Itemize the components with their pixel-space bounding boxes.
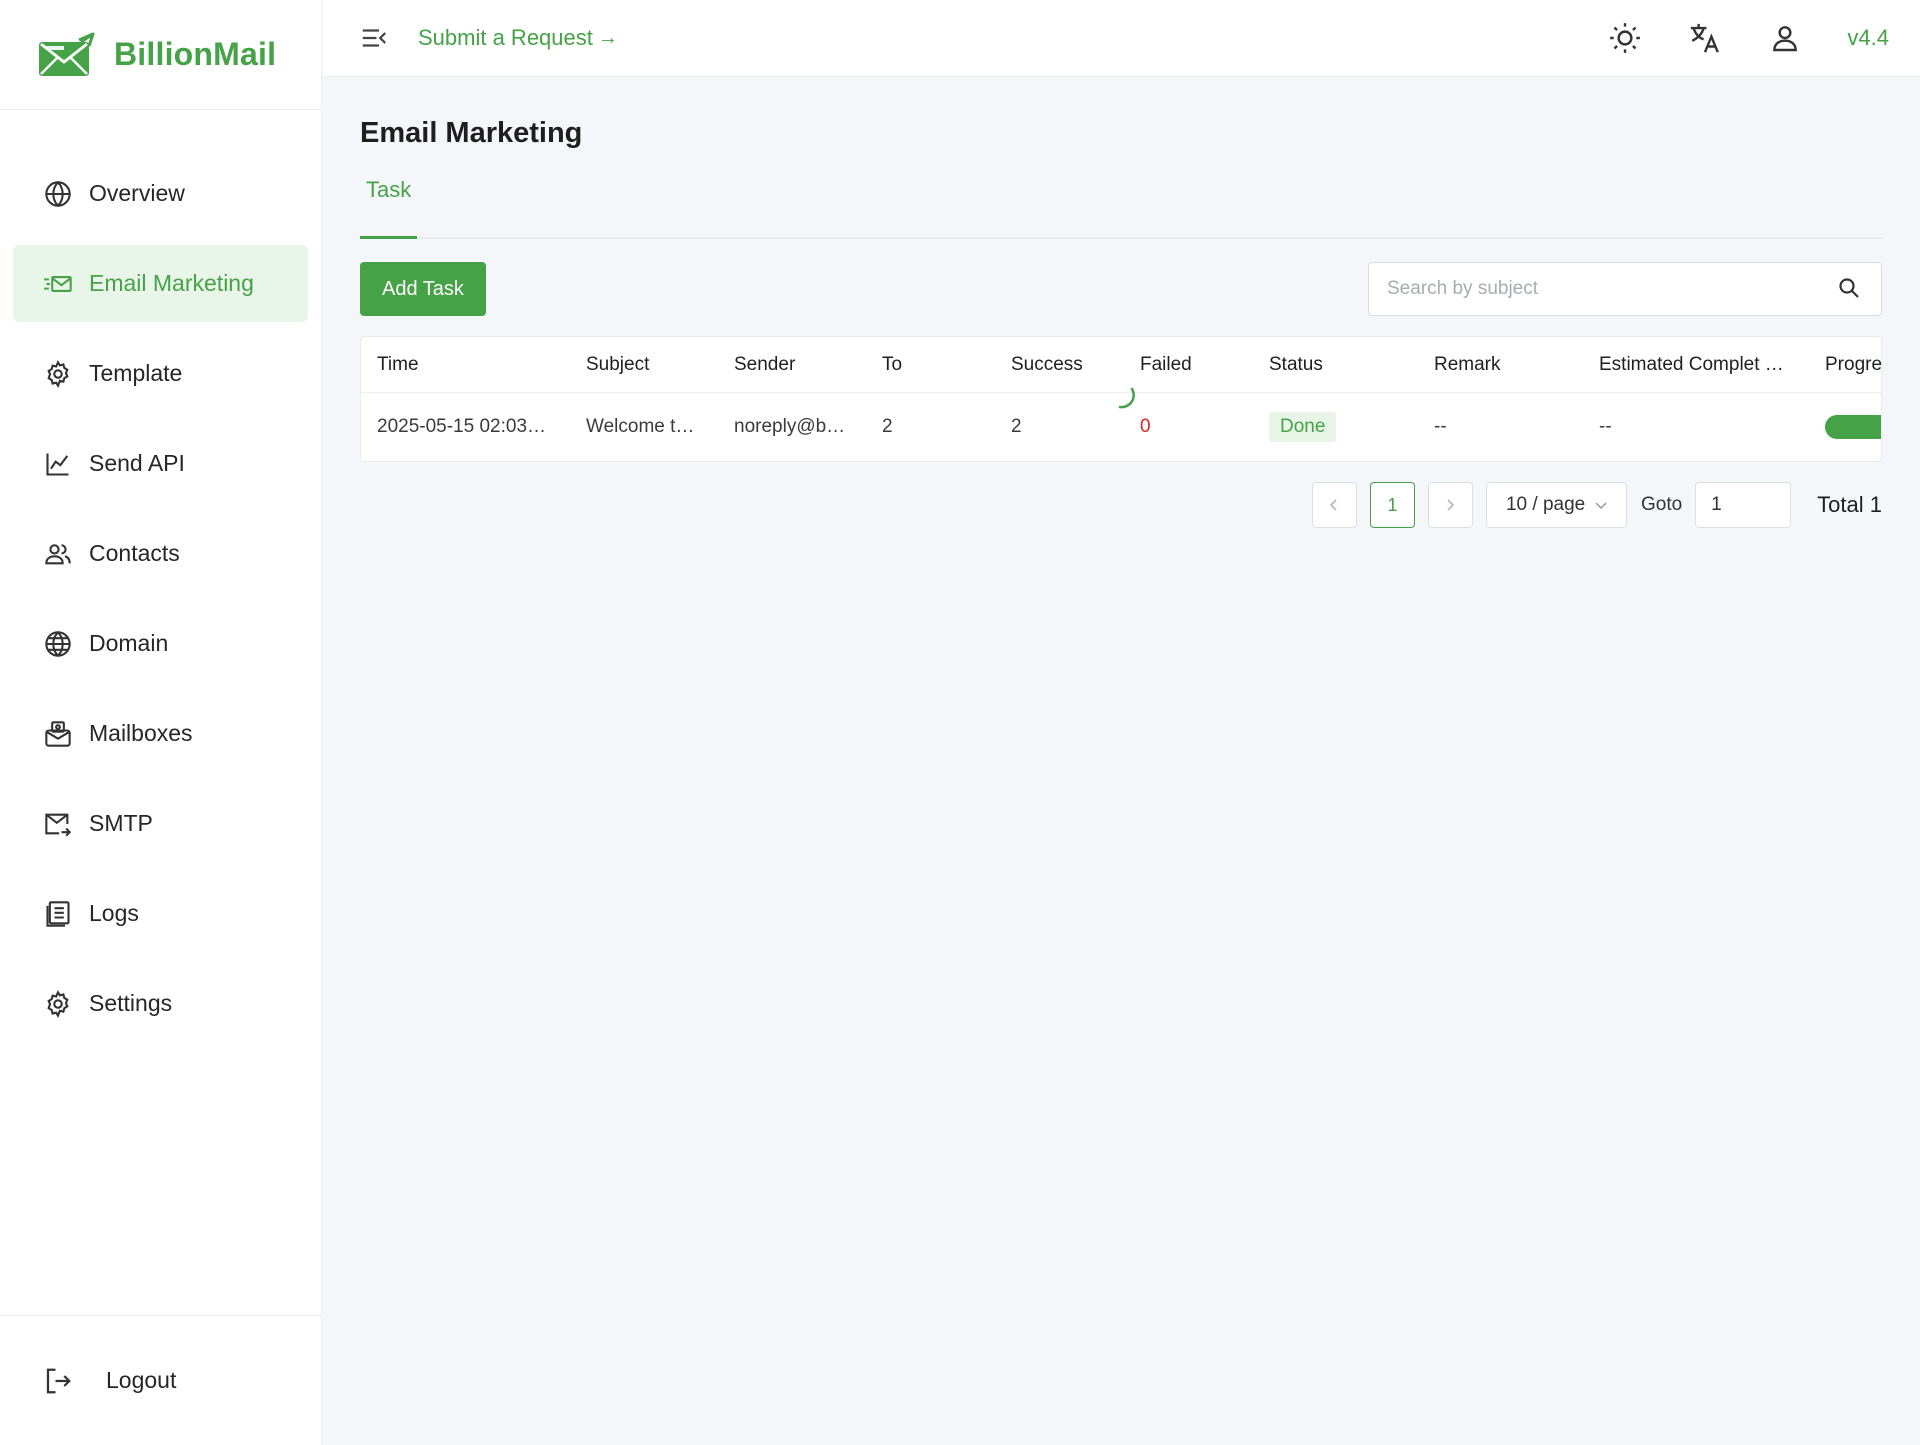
chevron-left-icon — [1330, 499, 1338, 511]
users-icon — [43, 539, 73, 569]
cell-remark: -- — [1434, 416, 1447, 437]
progress-bar — [1825, 415, 1881, 439]
sidebar-item-contacts[interactable]: Contacts — [13, 515, 308, 592]
logout-icon — [43, 1366, 73, 1396]
user-icon[interactable] — [1767, 20, 1803, 56]
sun-icon[interactable] — [1607, 20, 1643, 56]
submit-request-link[interactable]: Submit a Request → — [418, 25, 618, 51]
status-badge: Done — [1269, 412, 1337, 442]
page-size-select[interactable]: 10 / page — [1485, 482, 1627, 528]
sidebar-item-mailboxes[interactable]: Mailboxes — [13, 695, 308, 772]
sidebar-item-overview[interactable]: Overview — [13, 155, 308, 232]
task-table: Time Subject Sender To Success Failed St… — [360, 336, 1882, 462]
main-content: Email Marketing Task Add Task Time Subje… — [360, 77, 1882, 528]
sidebar-nav: Overview Email Marketing Template Send A… — [0, 110, 321, 1042]
logout-label: Logout — [106, 1367, 177, 1393]
version-label: v4.4 — [1847, 25, 1889, 50]
column-header-remark[interactable]: Remark — [1418, 354, 1583, 376]
sidebar-item-label: Send API — [89, 450, 185, 476]
arrow-right-icon: → — [597, 26, 618, 49]
sidebar-item-label: Template — [89, 360, 183, 386]
submit-request-label: Submit a Request — [418, 25, 593, 50]
column-header-failed[interactable]: Failed — [1124, 354, 1253, 376]
tab-label: Task — [366, 177, 412, 202]
total-count: Total 1 — [1817, 492, 1882, 517]
prev-page-button[interactable] — [1311, 482, 1357, 528]
sidebar-item-label: Email Marketing — [89, 270, 254, 296]
add-task-button[interactable]: Add Task — [360, 262, 486, 316]
table-row[interactable]: 2025-05-15 02:03… Welcome t… noreply@b… … — [361, 387, 1881, 461]
page-title: Email Marketing — [360, 117, 583, 149]
logout-button[interactable]: Logout — [0, 1315, 322, 1445]
document-icon — [43, 899, 73, 929]
cell-time: 2025-05-15 02:03… — [377, 416, 547, 437]
collapse-menu-icon[interactable] — [359, 23, 389, 53]
sidebar-item-label: Settings — [89, 990, 173, 1016]
column-header-sender[interactable]: Sender — [718, 354, 866, 376]
cell-failed: 0 — [1124, 416, 1253, 438]
column-header-time[interactable]: Time — [361, 354, 570, 376]
app-root: BillionMail Overview Email Marketing Tem… — [0, 0, 1920, 1445]
tab-task[interactable]: Task — [360, 177, 418, 239]
cell-status: Done — [1253, 412, 1418, 442]
search-box — [1368, 262, 1882, 316]
tabs: Task — [360, 177, 1882, 239]
next-page-button[interactable] — [1427, 482, 1473, 528]
cell-success: 2 — [1011, 416, 1022, 437]
pagination: 1 10 / page Goto Total 1 — [360, 482, 1882, 528]
search-input[interactable] — [1369, 263, 1837, 315]
column-header-to[interactable]: To — [866, 354, 995, 376]
email-send-icon — [43, 269, 73, 299]
line-chart-icon — [43, 449, 73, 479]
cell-progress — [1809, 415, 1881, 439]
sidebar-item-domain[interactable]: Domain — [13, 605, 308, 682]
toolbar: Add Task — [360, 262, 1882, 316]
mail-forward-icon — [43, 809, 73, 839]
sidebar-item-label: Overview — [89, 180, 185, 206]
page-button-current[interactable]: 1 — [1369, 482, 1415, 528]
column-header-progress[interactable]: Progre — [1809, 354, 1881, 376]
sidebar-item-label: Mailboxes — [89, 720, 193, 746]
sidebar-item-label: SMTP — [89, 810, 153, 836]
top-header: Submit a Request → v4.4 — [323, 0, 1920, 77]
translate-icon[interactable] — [1687, 20, 1723, 56]
billionmail-logo-icon — [39, 32, 95, 76]
sidebar-item-label: Logs — [89, 900, 139, 926]
sidebar-item-email-marketing[interactable]: Email Marketing — [13, 245, 308, 322]
column-header-subject[interactable]: Subject — [570, 354, 718, 376]
sidebar-item-settings[interactable]: Settings — [13, 965, 308, 1042]
search-icon[interactable] — [1837, 276, 1863, 302]
sidebar-item-send-api[interactable]: Send API — [13, 425, 308, 502]
header-actions: v4.4 — [1563, 20, 1920, 56]
sidebar-item-smtp[interactable]: SMTP — [13, 785, 308, 862]
failed-count[interactable]: 0 — [1140, 416, 1151, 437]
goto-page-input[interactable] — [1695, 482, 1792, 528]
chevron-down-icon — [1595, 502, 1607, 510]
sidebar-item-template[interactable]: Template — [13, 335, 308, 412]
sidebar: BillionMail Overview Email Marketing Tem… — [0, 0, 322, 1445]
brand-name: BillionMail — [114, 36, 277, 72]
gear-icon — [43, 359, 73, 389]
column-header-success[interactable]: Success — [995, 354, 1124, 376]
chevron-right-icon — [1447, 499, 1455, 511]
brand[interactable]: BillionMail — [0, 0, 321, 110]
sidebar-item-label: Contacts — [89, 540, 180, 566]
cell-to: 2 — [882, 416, 893, 437]
globe-icon — [43, 179, 73, 209]
cell-sender: noreply@b… — [734, 416, 846, 437]
sidebar-item-logs[interactable]: Logs — [13, 875, 308, 952]
column-header-status[interactable]: Status — [1253, 354, 1418, 376]
goto-label: Goto — [1640, 494, 1683, 515]
gear-icon — [43, 989, 73, 1019]
sidebar-item-label: Domain — [89, 630, 169, 656]
page-size-value: 10 / page — [1505, 494, 1586, 515]
cell-estimated-completion: -- — [1599, 416, 1612, 437]
loading-spinner-icon — [1118, 387, 1135, 409]
globe-icon — [43, 629, 73, 659]
column-header-estimated-completion[interactable]: Estimated Complet … — [1583, 354, 1809, 376]
mailbox-icon — [43, 719, 73, 749]
cell-subject: Welcome t… — [586, 416, 695, 437]
